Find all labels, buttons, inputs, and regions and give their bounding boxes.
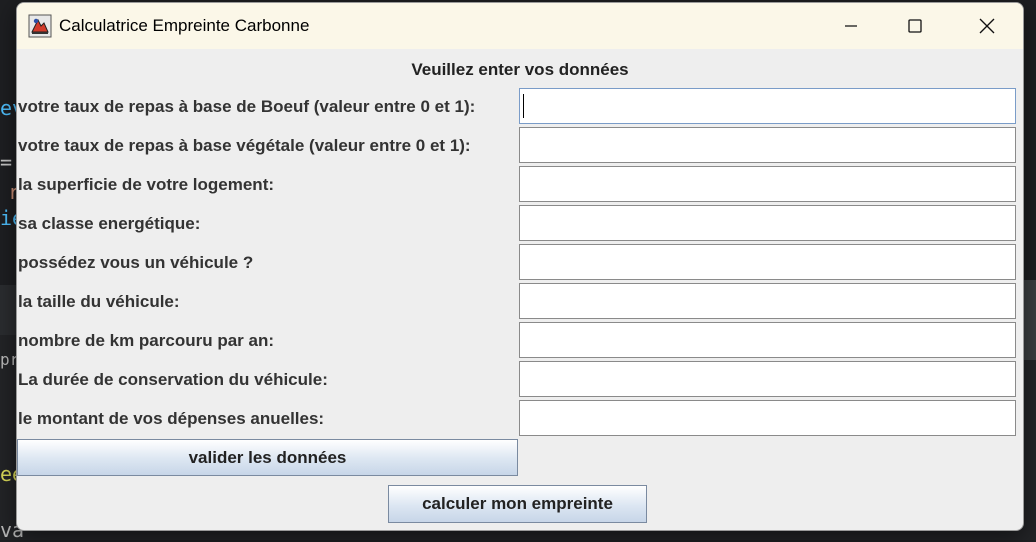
field-label: la superficie de votre logement: [18, 175, 275, 194]
close-icon [979, 18, 995, 34]
field-row-vehicle-lifetime: La durée de conservation du véhicule: [17, 361, 1020, 399]
km-per-year-input[interactable] [519, 322, 1016, 358]
energy-class-input[interactable] [519, 205, 1016, 241]
field-label: votre taux de repas à base végétale (val… [18, 136, 471, 155]
vehicle-lifetime-input[interactable] [519, 361, 1016, 397]
text-caret [523, 94, 524, 118]
field-row-energy-class: sa classe energétique: [17, 205, 1020, 243]
field-row-km-per-year: nombre de km parcouru par an: [17, 322, 1020, 360]
calculator-window: Calculatrice Empreinte Carbonne Veuillez… [16, 2, 1024, 531]
title-bar[interactable]: Calculatrice Empreinte Carbonne [17, 3, 1023, 49]
field-row-housing-area: la superficie de votre logement: [17, 166, 1020, 204]
bg-code-fragment: = [0, 150, 13, 174]
field-row-annual-spending: le montant de vos dépenses anuelles: [17, 400, 1020, 438]
vegetable-ratio-input[interactable] [519, 127, 1016, 163]
field-label: sa classe energétique: [18, 214, 201, 233]
field-row-beef-ratio: votre taux de repas à base de Boeuf (val… [17, 88, 1020, 126]
close-button[interactable] [955, 3, 1019, 49]
validate-data-button[interactable]: valider les données [17, 439, 518, 476]
field-label: nombre de km parcouru par an: [18, 331, 274, 350]
field-row-vehicle-size: la taille du véhicule: [17, 283, 1020, 321]
field-label: La durée de conservation du véhicule: [18, 370, 328, 389]
annual-spending-input[interactable] [519, 400, 1016, 436]
field-row-has-vehicle: possédez vous un véhicule ? [17, 244, 1020, 282]
field-label: votre taux de repas à base de Boeuf (val… [18, 97, 476, 116]
field-label: possédez vous un véhicule ? [18, 253, 254, 272]
beef-ratio-input[interactable] [519, 88, 1016, 124]
java-app-icon [28, 14, 52, 38]
minimize-icon [845, 25, 857, 27]
has-vehicle-input[interactable] [519, 244, 1016, 280]
minimize-button[interactable] [819, 3, 883, 49]
field-label: le montant de vos dépenses anuelles: [18, 409, 325, 428]
form-heading: Veuillez enter vos données [411, 60, 629, 79]
vehicle-size-input[interactable] [519, 283, 1016, 319]
housing-area-input[interactable] [519, 166, 1016, 202]
maximize-icon [908, 19, 922, 33]
window-title: Calculatrice Empreinte Carbonne [59, 16, 310, 35]
field-row-vegetable-ratio: votre taux de repas à base végétale (val… [17, 127, 1020, 165]
maximize-button[interactable] [883, 3, 947, 49]
field-label: la taille du véhicule: [18, 292, 180, 311]
calculate-footprint-button[interactable]: calculer mon empreinte [388, 485, 647, 523]
